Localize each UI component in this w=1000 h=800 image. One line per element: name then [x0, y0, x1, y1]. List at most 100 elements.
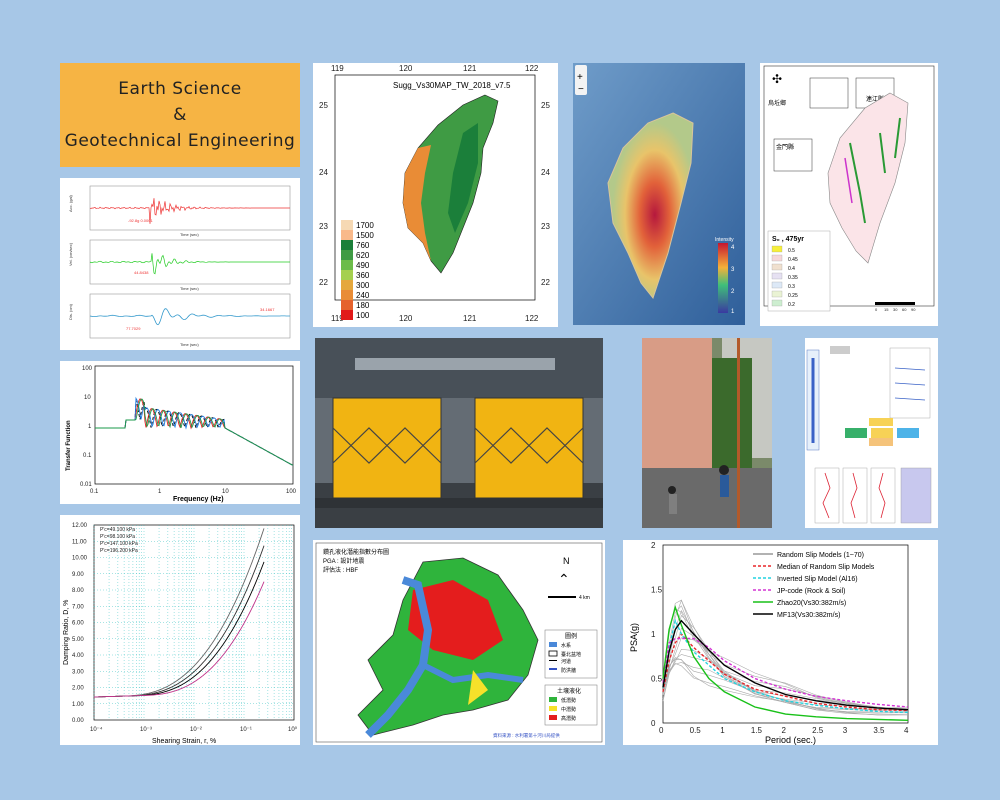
vs30-xtick: 122	[525, 64, 539, 73]
vs30-legend-label: 490	[356, 261, 370, 270]
title-banner: Earth Science & Geotechnical Engineering	[60, 63, 300, 167]
transfer-ytick: 0.1	[83, 453, 92, 459]
damping-grid	[93, 525, 294, 720]
acc-label: Acc. (gal)	[68, 194, 73, 212]
hazard-legend-label: 0.45	[788, 257, 798, 263]
intensity-colorbar	[718, 243, 728, 313]
scale-tick: 15	[884, 307, 889, 312]
damping-ytick: 0.00	[72, 718, 84, 724]
vs30-legend-swatch	[341, 220, 353, 230]
north-arrow-icon: ⌃	[558, 571, 570, 587]
hazard-legend-label: 0.35	[788, 275, 798, 281]
liq-north-label: N	[563, 556, 570, 566]
vs30-legend-label: 760	[356, 241, 370, 250]
inset-label: 烏坵鄉	[768, 99, 786, 107]
hazard-legend-swatch	[771, 272, 783, 280]
vs30-ytick: 24	[319, 168, 328, 177]
vs30-title: Sugg_Vs30MAP_TW_2018_v7.5	[393, 81, 511, 90]
hazard-legend-swatch	[771, 299, 783, 307]
transfer-curve	[95, 400, 294, 466]
hazard-map-svg: ✣ 烏坵鄉 連江縣 金門縣 S₀ , 475yr 0.50.450.40.350…	[763, 65, 935, 312]
vs30-ytick-r: 25	[541, 101, 550, 110]
scale-bar	[875, 302, 915, 305]
shaking-table-svg	[315, 338, 603, 528]
transfer-ytick: 0.01	[80, 482, 92, 488]
damping-xtick: 10⁻¹	[240, 727, 252, 733]
damping-ytick: 7.00	[72, 604, 84, 610]
damping-ytick: 5.00	[72, 637, 84, 643]
liq-legend2-item: 高潛勢	[561, 715, 576, 722]
acc-trace	[89, 198, 290, 224]
damping-xlabel: Shearing Strain, r, %	[152, 738, 216, 745]
transfer-ylabel: Transfer Function	[66, 420, 72, 471]
vs30-legend-label: 1500	[356, 231, 374, 240]
vs30-xtick: 121	[463, 64, 477, 73]
psa-xtick: 0	[659, 726, 664, 735]
liq-legend-item: 水系	[561, 642, 571, 649]
transfer-xtick: 10	[222, 489, 229, 495]
psa-xtick: 0.5	[690, 726, 702, 735]
liq-legend-item: 防洪牆	[561, 667, 576, 674]
vs30-legend-swatch	[341, 310, 353, 320]
damping-ytick: 6.00	[72, 621, 84, 627]
hazard-legend-swatch	[771, 290, 783, 298]
psa-legend-label: Random Slip Models (1~70)	[777, 552, 864, 559]
damping-ylabel: Damping Ratio, D, %	[63, 600, 70, 665]
hazard-legend-title: S₀ , 475yr	[772, 236, 804, 243]
damping-ytick: 12.00	[72, 523, 88, 529]
psa-xtick: 2	[782, 726, 787, 735]
psa-legend-label: Zhao20(Vs30:382m/s)	[777, 600, 846, 607]
shake-map-svg: + − Intensity 4 3 2 1	[573, 63, 745, 325]
hazard-legend-label: 0.25	[788, 293, 798, 299]
liq-legend2-item: 低潛勢	[561, 697, 576, 704]
inset-box	[809, 77, 849, 109]
damping-legend-item: P'c=196.200 kPa	[100, 548, 138, 554]
zoom-in-icon[interactable]: +	[577, 72, 583, 83]
shake-map-panel: + − Intensity 4 3 2 1	[573, 63, 745, 325]
scale-tick: 30	[893, 307, 898, 312]
hazard-island-shape	[827, 92, 909, 264]
psa-xtick: 3.5	[873, 726, 885, 735]
damping-xtick: 10⁻²	[190, 727, 202, 733]
liq-method: 評估法 : HBF	[323, 566, 358, 574]
scale-tick: 60	[902, 307, 907, 312]
vs30-ytick-r: 23	[541, 222, 550, 231]
psa-ylabel: PSA(g)	[629, 623, 639, 652]
vs30-map-panel: Sugg_Vs30MAP_TW_2018_v7.5 119 120 121 12…	[313, 63, 558, 327]
psa-series-line	[662, 604, 909, 721]
dis-annot-1: 77.7029	[126, 326, 141, 331]
vs30-map-svg: Sugg_Vs30MAP_TW_2018_v7.5 119 120 121 12…	[319, 64, 550, 323]
hazard-legend-swatch	[771, 281, 783, 289]
psa-random-curve	[662, 637, 909, 710]
vs30-ytick: 22	[319, 278, 328, 287]
transfer-xtick: 1	[158, 489, 162, 495]
vs30-legend-label: 1700	[356, 221, 374, 230]
damping-ytick: 9.00	[72, 572, 84, 578]
vs30-xtick-b: 121	[463, 314, 477, 323]
title-line-3: Geotechnical Engineering	[64, 131, 296, 151]
psa-legend: Random Slip Models (1~70) Median of Rando…	[753, 552, 875, 619]
liq-pga: PGA : 設計地震	[323, 557, 364, 565]
vs30-legend-swatch	[341, 240, 353, 250]
hazard-map-panel: ✣ 烏坵鄉 連江縣 金門縣 S₀ , 475yr 0.5 0.45 0.4 0.35 0…	[760, 63, 938, 326]
north-arrow-icon: ✣	[772, 72, 782, 86]
psa-random-curve	[662, 654, 909, 711]
hazard-legend-swatch	[771, 245, 783, 253]
title-line-1: Earth Science	[118, 79, 242, 99]
vs30-legend-swatch	[341, 280, 353, 290]
seismic-records-panel: Acc. (gal) Vel. (cm/sec) Dis. (cm) Time …	[60, 178, 300, 350]
transfer-ytick: 100	[82, 366, 93, 372]
zoom-out-icon[interactable]: −	[578, 84, 584, 95]
transfer-xtick: 0.1	[90, 489, 99, 495]
damping-ytick: 8.00	[72, 588, 84, 594]
vel-label: Vel. (cm/sec)	[68, 242, 73, 266]
transfer-xlabel: Frequency (Hz)	[173, 496, 224, 503]
damping-ratio-svg: Damping Ratio, D, % Shearing Strain, r, …	[63, 523, 298, 745]
transfer-curve	[95, 398, 294, 466]
psa-legend-label: JP-code (Rock & Soil)	[777, 588, 845, 595]
vs30-legend-label: 300	[356, 281, 370, 290]
psa-legend-label: Median of Random Slip Models	[777, 564, 875, 571]
damping-ytick: 4.00	[72, 653, 84, 659]
transfer-curves	[95, 396, 294, 466]
liq-scale-label: 4 km	[579, 595, 590, 601]
